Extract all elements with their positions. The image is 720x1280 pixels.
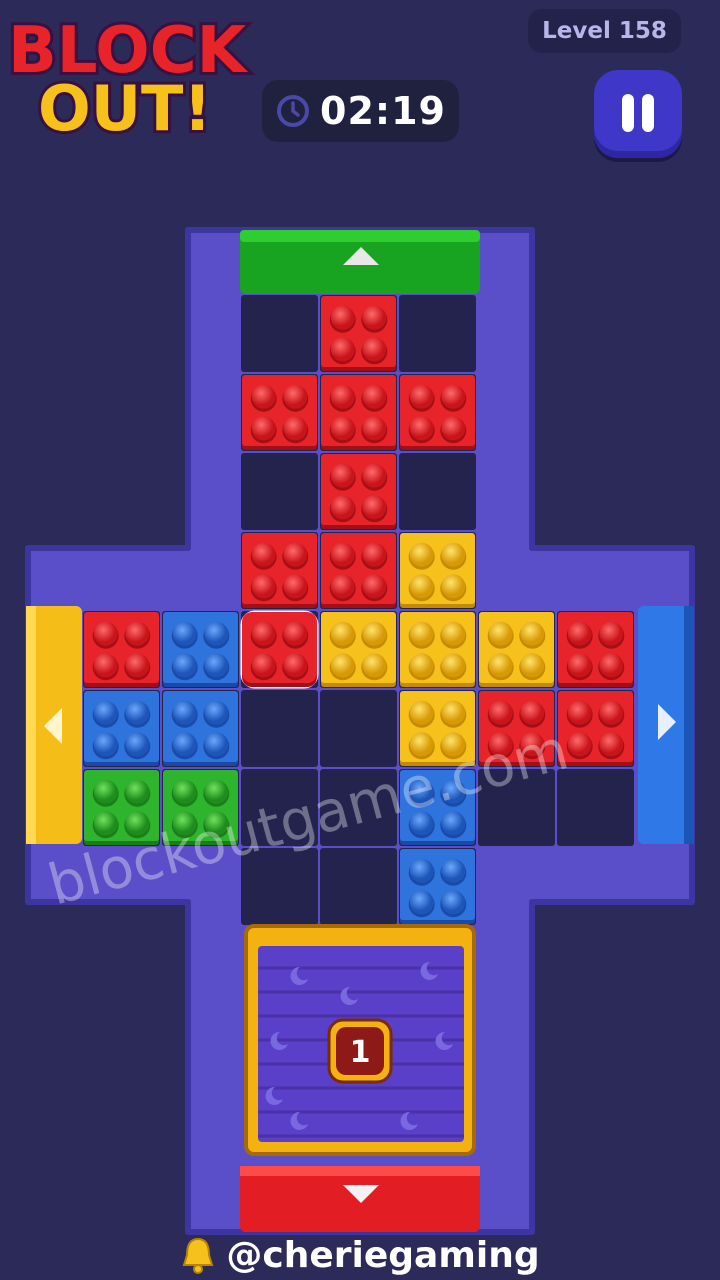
footer: @cheriegaming bbox=[0, 1230, 720, 1280]
red-block-c[interactable] bbox=[84, 612, 159, 687]
gate-right-blue[interactable] bbox=[638, 606, 694, 844]
empty-cell bbox=[320, 690, 397, 767]
bell-icon bbox=[183, 1237, 214, 1274]
empty-cell bbox=[241, 453, 318, 530]
empty-cell bbox=[241, 690, 318, 767]
gate-top-green[interactable] bbox=[240, 230, 480, 294]
red-block-a[interactable] bbox=[242, 533, 317, 608]
gate-left-yellow[interactable] bbox=[26, 606, 82, 844]
empty-cell bbox=[241, 295, 318, 372]
empty-cell bbox=[399, 453, 476, 530]
game-board: 1 blockoutgame.com bbox=[25, 227, 695, 1235]
door-box: 1 bbox=[244, 924, 476, 1156]
door-count: 1 bbox=[350, 1035, 371, 1070]
gate-bottom-red[interactable] bbox=[240, 1166, 480, 1232]
red-block-selected[interactable] bbox=[240, 610, 319, 689]
footer-handle: @cheriegaming bbox=[226, 1234, 540, 1276]
red-block-b[interactable] bbox=[321, 533, 396, 608]
empty-cell bbox=[320, 848, 397, 925]
empty-cell bbox=[399, 295, 476, 372]
